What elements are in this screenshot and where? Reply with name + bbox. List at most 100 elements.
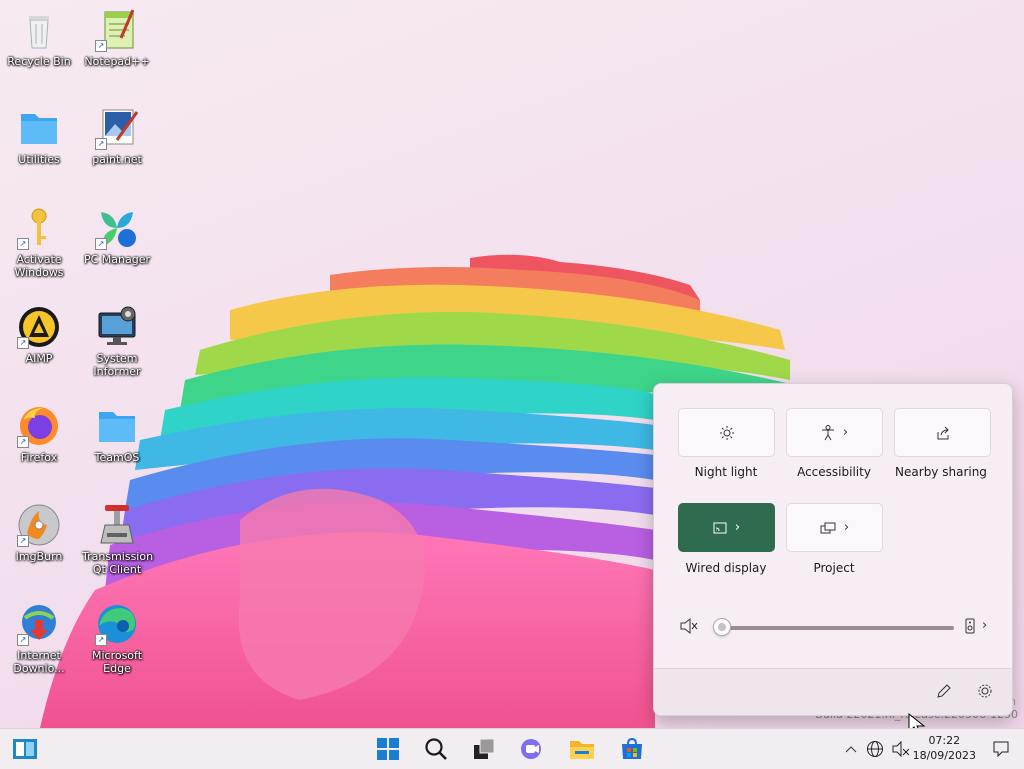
wired-display-toggle[interactable]: › [678,503,775,552]
pencil-icon[interactable] [936,683,952,699]
network-button[interactable] [862,735,888,763]
chat-icon [521,739,541,759]
transmission-icon [95,503,139,547]
volume-muted-icon[interactable] [680,618,698,634]
quick-settings-footer [654,668,1012,715]
start-button[interactable] [373,735,403,763]
chevron-right-icon[interactable]: › [844,520,849,535]
volume-slider-thumb[interactable] [713,618,731,636]
system-informer-icon [95,305,139,349]
aimp-icon: ↗ [17,305,61,349]
shortcut-arrow-icon: ↗ [95,138,107,150]
store-button[interactable] [617,735,647,763]
shortcut-arrow-icon: ↗ [17,634,29,646]
desktop-icon-label: Recycle Bin [7,55,71,68]
desktop-icon-utilities[interactable]: Utilities [4,106,74,166]
clock[interactable]: 07:22 18/09/2023 [913,733,976,763]
desktop-icon-label: System Informer [93,352,141,378]
chevron-right-icon[interactable]: › [843,425,848,440]
shortcut-arrow-icon: ↗ [17,436,29,448]
wired-display-label: Wired display [685,561,767,575]
desktop-icon-label: Firefox [20,451,58,464]
accessibility-icon [821,424,834,440]
desktop-icon-firefox[interactable]: ↗ Firefox [4,404,74,464]
project-icon [820,522,836,533]
desktop-icon-label: Internet Downlo... [13,649,65,675]
desktop-icon-system-informer[interactable]: System Informer [82,305,152,378]
desktop-icon-paintnet[interactable]: ↗ paint.net [82,106,152,166]
windows-start-icon [377,738,399,760]
desktop-icon-notepadpp[interactable]: ↗ Notepad++ [82,8,152,68]
desktop-icon-imgburn[interactable]: ↗ ImgBurn [4,503,74,563]
desktop-icon-recycle-bin[interactable]: Recycle Bin [4,8,74,68]
desktop-icon-edge[interactable]: ↗ Microsoft Edge [82,602,152,675]
volume-muted-icon [892,741,910,757]
folder-icon [95,404,139,448]
search-icon [425,738,447,760]
show-hidden-icons-button[interactable] [838,735,864,763]
desktop-icon-teamos[interactable]: TeamOS [82,404,152,464]
desktop-icon-label: Utilities [18,153,60,166]
shortcut-arrow-icon: ↗ [17,535,29,547]
notepadpp-icon: ↗ [95,8,139,52]
chevron-right-icon[interactable]: › [982,618,987,633]
night-light-toggle[interactable] [678,408,775,457]
accessibility-label: Accessibility [797,465,871,479]
shortcut-arrow-icon: ↗ [95,40,107,52]
desktop-icon-label: Activate Windows [14,253,64,279]
pc-manager-icon: ↗ [95,206,139,250]
share-icon [937,426,949,439]
desktop-icon-label: TeamOS [94,451,140,464]
desktop-icon-activate-windows[interactable]: ↗ Activate Windows [4,206,74,279]
imgburn-icon: ↗ [17,503,61,547]
widgets-icon [13,739,37,759]
task-view-icon [474,738,495,759]
shortcut-arrow-icon: ↗ [95,634,107,646]
desktop-icon-label: ImgBurn [15,550,63,563]
recycle-bin-icon [17,8,61,52]
clock-time: 07:22 [928,734,961,747]
brightness-icon [719,425,734,440]
desktop-icon-pc-manager[interactable]: ↗ PC Manager [82,206,152,266]
network-icon [867,741,883,757]
gear-icon[interactable] [977,683,993,699]
shortcut-arrow-icon: ↗ [17,337,29,349]
desktop-icon-label: Microsoft Edge [91,649,143,675]
taskbar: 07:22 18/09/2023 [0,728,1024,769]
desktop-icon-transmission[interactable]: Transmission Qt Client [82,503,154,576]
folder-icon [17,106,61,150]
nearby-sharing-label: Nearby sharing [895,465,987,479]
shortcut-arrow-icon: ↗ [17,238,29,250]
idm-icon: ↗ [17,602,61,646]
volume-slider-track[interactable] [722,626,954,630]
audio-output-icon[interactable] [965,618,975,634]
clock-date: 18/09/2023 [912,749,976,762]
shortcut-arrow-icon: ↗ [95,238,107,250]
notifications-button[interactable] [988,735,1014,763]
key-icon: ↗ [17,206,61,250]
accessibility-toggle[interactable]: › [786,408,883,457]
desktop-icon-label: Notepad++ [84,55,150,68]
desktop-icon-label: paint.net [92,153,142,166]
file-explorer-button[interactable] [567,735,597,763]
notification-icon [993,741,1009,757]
cast-icon [713,522,727,533]
volume-button[interactable] [888,735,914,763]
chevron-up-icon [845,746,857,753]
task-view-button[interactable] [469,735,499,763]
store-icon [622,738,642,759]
project-label: Project [813,561,855,575]
desktop-icon-idm[interactable]: ↗ Internet Downlo... [4,602,74,675]
desktop-icon-aimp[interactable]: ↗ AIMP [4,305,74,365]
nearby-sharing-toggle[interactable] [894,408,991,457]
chat-button[interactable] [517,735,547,763]
paintnet-icon: ↗ [95,106,139,150]
file-explorer-icon [570,741,594,759]
search-button[interactable] [421,735,451,763]
widgets-button[interactable] [10,735,40,763]
chevron-right-icon[interactable]: › [735,520,740,535]
desktop-icon-label: AIMP [25,352,53,365]
desktop-icon-label: Transmission Qt Client [82,550,154,576]
desktop-icon-label: PC Manager [83,253,151,266]
project-toggle[interactable]: › [786,503,883,552]
